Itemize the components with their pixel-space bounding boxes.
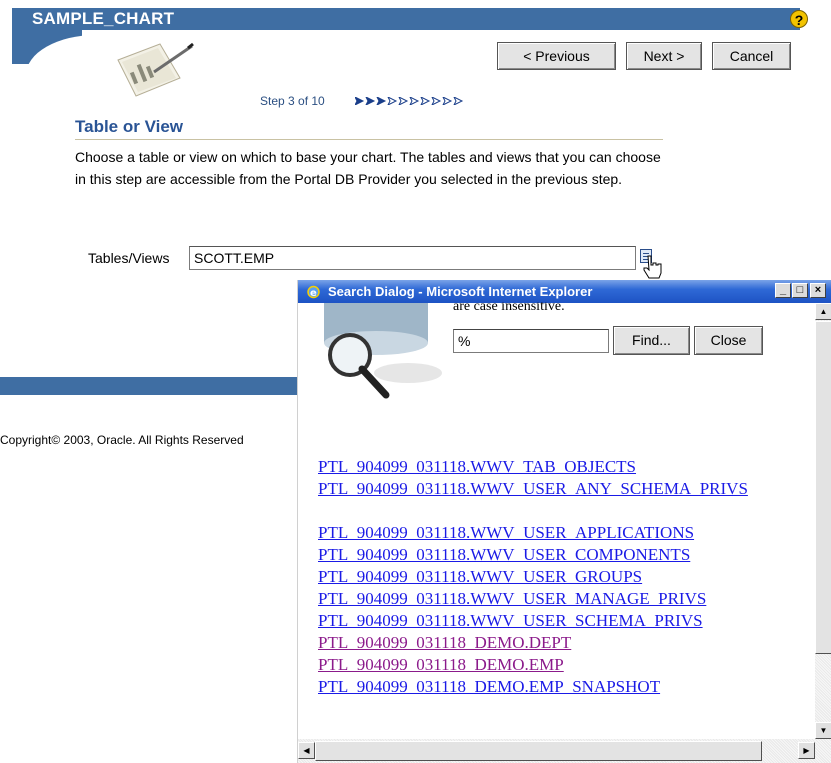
result-link[interactable]: PTL_904099_031118_DEMO.EMP_SNAPSHOT [318,677,660,696]
section-title: Table or View [75,117,184,136]
scroll-down-icon[interactable]: ▼ [815,722,831,739]
close-button[interactable]: Close [694,326,763,355]
result-item: PTL_904099_031118.WWV_USER_APPLICATIONS [318,522,748,544]
step-marker [409,97,420,105]
result-link[interactable]: PTL_904099_031118.WWV_USER_MANAGE_PRIVS [318,589,706,608]
help-icon[interactable]: ? [790,10,808,28]
tables-views-input[interactable] [189,246,636,270]
step-marker [387,97,398,105]
footer-band [0,377,300,395]
result-item [318,500,748,522]
maximize-button[interactable]: □ [792,283,808,298]
scroll-left-icon[interactable]: ◀ [298,742,315,759]
result-item: PTL_904099_031118.WWV_USER_ANY_SCHEMA_PR… [318,478,748,500]
result-link[interactable]: PTL_904099_031118_DEMO.DEPT [318,633,571,652]
copyright-text: Copyright© 2003, Oracle. All Rights Rese… [0,433,244,447]
horizontal-scroll-thumb[interactable] [315,741,762,761]
result-item: PTL_904099_031118.WWV_TAB_OBJECTS [318,456,748,478]
result-item: PTL_904099_031118.WWV_USER_GROUPS [318,566,748,588]
result-item: PTL_904099_031118.WWV_USER_MANAGE_PRIVS [318,588,748,610]
tables-views-label: Tables/Views [88,250,170,266]
step-marker [431,97,442,105]
scroll-up-icon[interactable]: ▲ [815,303,831,320]
case-insensitive-text: are case insensitive. [453,302,565,312]
step-marker [376,97,387,105]
search-results-list: PTL_904099_031118.WWV_TAB_OBJECTS PTL_904… [318,456,748,698]
step-marker [355,97,365,105]
step-indicator: Step 3 of 10 [260,94,325,108]
result-link[interactable]: PTL_904099_031118_DEMO.EMP [318,655,564,674]
search-input[interactable] [453,329,609,353]
result-link[interactable]: PTL_904099_031118.WWV_TAB_OBJECTS [318,457,636,476]
step-progress-icon [355,97,464,105]
search-dialog-window: e Search Dialog - Microsoft Internet Exp… [297,280,831,763]
database-magnifier-icon [324,303,442,399]
next-button[interactable]: Next > [626,42,702,70]
result-item: PTL_904099_031118_DEMO.EMP [318,654,748,676]
ie-icon: e [307,285,320,299]
result-link[interactable]: PTL_904099_031118.WWV_USER_ANY_SCHEMA_PR… [318,479,748,498]
cancel-button[interactable]: Cancel [712,42,791,70]
dialog-title: Search Dialog - Microsoft Internet Explo… [328,284,593,299]
hand-cursor-icon [643,255,662,279]
dialog-title-bar[interactable]: e Search Dialog - Microsoft Internet Exp… [298,280,831,303]
step-marker [365,97,376,105]
result-item: PTL_904099_031118_DEMO.EMP_SNAPSHOT [318,676,748,698]
result-link[interactable]: PTL_904099_031118.WWV_USER_APPLICATIONS [318,523,694,542]
result-link[interactable]: PTL_904099_031118.WWV_USER_GROUPS [318,567,642,586]
vertical-scroll-thumb[interactable] [815,321,831,654]
svg-text:e: e [310,288,317,299]
step-marker [420,97,431,105]
result-item: PTL_904099_031118_DEMO.DEPT [318,632,748,654]
scroll-right-icon[interactable]: ▶ [798,742,815,759]
minimize-button[interactable]: _ [775,283,791,298]
chart-wizard-icon [117,42,194,97]
step-marker [398,97,409,105]
result-item: PTL_904099_031118.WWV_USER_COMPONENTS [318,544,748,566]
result-item: PTL_904099_031118.WWV_USER_SCHEMA_PRIVS [318,610,748,632]
close-window-button[interactable]: × [810,283,826,298]
page-title: SAMPLE_CHART [32,9,175,28]
section-description: Choose a table or view on which to base … [75,149,661,187]
result-link[interactable]: PTL_904099_031118.WWV_USER_SCHEMA_PRIVS [318,611,703,630]
find-button[interactable]: Find... [613,326,690,355]
previous-button[interactable]: < Previous [497,42,616,70]
section-divider [75,139,663,140]
step-marker [453,97,464,105]
result-link[interactable]: PTL_904099_031118.WWV_USER_COMPONENTS [318,545,690,564]
step-marker [442,97,453,105]
